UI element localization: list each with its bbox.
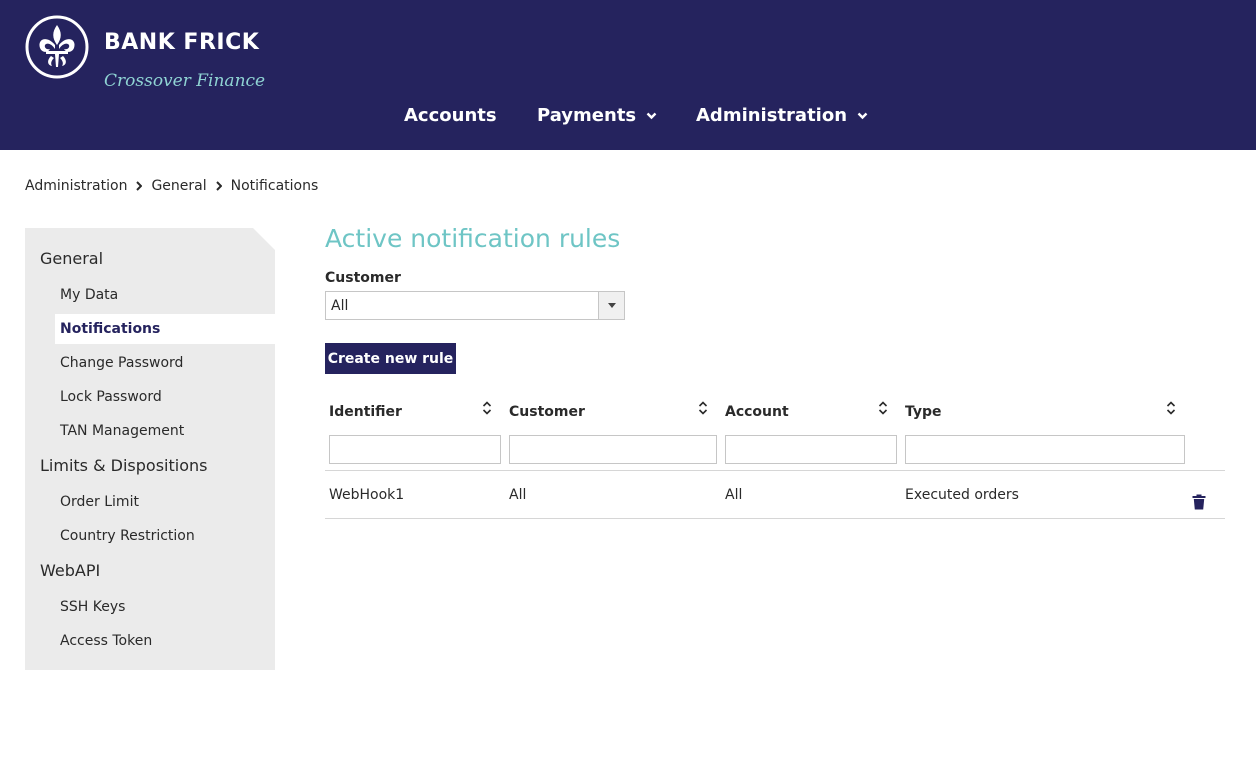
chevron-down-icon	[857, 112, 868, 119]
nav-payments[interactable]: Payments	[537, 105, 657, 126]
nav-administration-label: Administration	[696, 105, 848, 126]
sidebar-item-notifications[interactable]: Notifications	[55, 314, 275, 344]
customer-select[interactable]: All	[325, 291, 625, 320]
table-divider	[325, 518, 1225, 519]
filter-type-input[interactable]	[905, 435, 1185, 464]
customer-filter-label: Customer	[325, 270, 401, 286]
page-title: Active notification rules	[325, 224, 621, 253]
customer-select-value: All	[331, 298, 349, 314]
sidebar-item-access-token[interactable]: Access Token	[55, 626, 275, 656]
table-divider	[325, 470, 1225, 471]
nav-administration[interactable]: Administration	[696, 105, 868, 126]
sidebar-item-order-limit[interactable]: Order Limit	[55, 487, 275, 517]
nav-accounts[interactable]: Accounts	[404, 105, 497, 126]
filter-identifier-input[interactable]	[329, 435, 501, 464]
create-new-rule-button[interactable]: Create new rule	[325, 343, 456, 374]
column-header-type[interactable]: Type	[905, 404, 942, 420]
breadcrumb-administration[interactable]: Administration	[25, 178, 127, 194]
sidebar-item-ssh-keys[interactable]: SSH Keys	[55, 592, 275, 622]
sidebar-group-webapi: WebAPI	[40, 561, 101, 580]
chevron-right-icon	[136, 181, 143, 191]
filter-customer-input[interactable]	[509, 435, 717, 464]
dropdown-triangle	[607, 303, 616, 308]
chevron-right-icon	[215, 181, 222, 191]
cell-identifier: WebHook1	[329, 487, 405, 503]
sidebar-item-lock-password[interactable]: Lock Password	[55, 382, 275, 412]
sort-icon[interactable]	[1166, 400, 1176, 416]
cell-account: All	[725, 487, 743, 503]
breadcrumb-general[interactable]: General	[151, 178, 206, 194]
breadcrumb-notifications: Notifications	[230, 178, 319, 194]
breadcrumb: Administration General Notifications	[25, 178, 318, 194]
filter-account-input[interactable]	[725, 435, 897, 464]
sidebar-group-limits: Limits & Dispositions	[40, 456, 208, 475]
sidebar-item-country-restriction[interactable]: Country Restriction	[55, 521, 275, 551]
brand-tagline: Crossover Finance	[104, 71, 266, 91]
sidebar-group-general: General	[40, 249, 104, 268]
sort-icon[interactable]	[878, 400, 888, 416]
top-header: BANK FRICK Crossover Finance Accounts Pa…	[0, 0, 1256, 150]
nav-payments-label: Payments	[537, 105, 637, 126]
cell-customer: All	[509, 487, 527, 503]
sidebar-item-my-data[interactable]: My Data	[55, 280, 275, 310]
dropdown-arrow-icon[interactable]	[598, 292, 624, 319]
column-header-identifier[interactable]: Identifier	[329, 404, 402, 420]
trash-icon[interactable]	[1192, 494, 1206, 510]
sort-icon[interactable]	[698, 400, 708, 416]
sidebar-item-tan-management[interactable]: TAN Management	[55, 416, 275, 446]
sidebar: General My Data Notifications Change Pas…	[25, 228, 275, 670]
chevron-down-icon	[646, 112, 657, 119]
sidebar-item-change-password[interactable]: Change Password	[55, 348, 275, 378]
column-header-customer[interactable]: Customer	[509, 404, 585, 420]
sort-icon[interactable]	[482, 400, 492, 416]
column-header-account[interactable]: Account	[725, 404, 789, 420]
brand-name: BANK FRICK	[104, 30, 260, 55]
cell-type: Executed orders	[905, 487, 1019, 503]
fleur-de-lis-logo-icon[interactable]	[25, 15, 89, 79]
nav-accounts-label: Accounts	[404, 105, 497, 126]
